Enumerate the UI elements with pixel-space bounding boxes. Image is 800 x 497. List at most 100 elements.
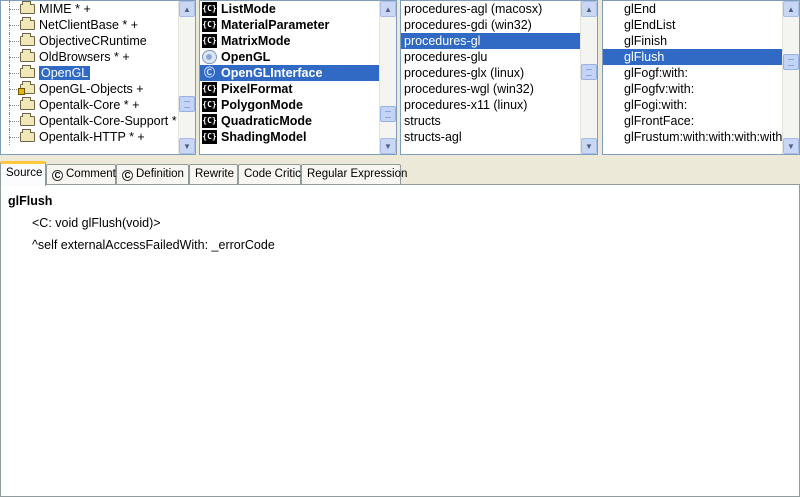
class-label: QuadraticMode — [221, 114, 312, 128]
package-row[interactable]: OldBrowsers * + — [1, 49, 178, 65]
scroll-thumb[interactable] — [783, 53, 799, 70]
class-row[interactable]: {C} PolygonMode — [200, 97, 379, 113]
method-list[interactable]: glEnd glEndList glFinish glFlush glFogf:with… — [603, 1, 782, 154]
protocol-label: procedures-gdi (win32) — [404, 18, 532, 32]
method-row[interactable]: glEndList — [603, 17, 782, 33]
package-label: NetClientBase * + — [39, 18, 139, 32]
class-list-pane[interactable]: {C} ListMode {C} MaterialParameter {C} Matrix… — [199, 0, 397, 155]
protocol-row[interactable]: procedures-gdi (win32) — [401, 17, 580, 33]
package-label: Opentalk-Core * + — [39, 98, 140, 112]
protocol-row[interactable]: structs — [401, 113, 580, 129]
class-icon: {C} — [202, 98, 217, 112]
package-label: OpenGL-Objects + — [39, 82, 144, 96]
tab-label: Code Critic — [244, 168, 301, 180]
class-label: PixelFormat — [221, 82, 293, 96]
protocol-row[interactable]: structs-agl — [401, 129, 580, 145]
package-row[interactable]: NetClientBase * + — [1, 17, 178, 33]
tree-connector-tick — [9, 25, 19, 26]
scroll-down-button[interactable]: ▼ — [380, 138, 396, 154]
namespace-icon — [202, 50, 217, 64]
method-list-scrollbar[interactable]: ▲ ▼ — [782, 1, 799, 154]
tab-source[interactable]: Source — [0, 161, 46, 186]
method-list-pane[interactable]: glEnd glEndList glFinish glFlush glFogf:with… — [602, 0, 800, 155]
class-row[interactable]: OpenGL — [200, 49, 379, 65]
tab-rewrite[interactable]: Rewrite — [189, 164, 238, 185]
package-row[interactable]: ObjectiveCRuntime — [1, 33, 178, 49]
tab-comment[interactable]: C Comment — [46, 164, 116, 185]
package-label: ObjectiveCRuntime — [39, 34, 147, 48]
class-row[interactable]: {C} PixelFormat — [200, 81, 379, 97]
protocol-list[interactable]: procedures-agl (macosx) procedures-gdi (w… — [401, 1, 580, 154]
package-row[interactable]: MIME * + — [1, 1, 178, 17]
protocol-row[interactable]: procedures-glu — [401, 49, 580, 65]
scroll-thumb[interactable] — [581, 64, 597, 81]
class-label: ShadingModel — [221, 130, 307, 144]
package-list[interactable]: MIME * + NetClientBase * + ObjectiveCRunti… — [1, 1, 178, 154]
protocol-label: structs-agl — [404, 130, 462, 144]
protocol-row[interactable]: procedures-wgl (win32) — [401, 81, 580, 97]
scroll-thumb[interactable] — [179, 95, 195, 112]
method-row[interactable]: glEnd — [603, 1, 782, 17]
package-list-scrollbar[interactable]: ▲ ▼ — [178, 1, 195, 154]
method-row[interactable]: glFrustum:with:with:with:with: — [603, 129, 782, 145]
scroll-down-button[interactable]: ▼ — [581, 138, 597, 154]
method-row[interactable]: glFogfv:with: — [603, 81, 782, 97]
tab-definition[interactable]: C Definition — [116, 164, 189, 185]
package-icon — [20, 33, 35, 46]
class-icon: {C} — [202, 114, 217, 128]
tab-label: Definition — [136, 168, 184, 180]
package-row[interactable]: Opentalk-Core * + — [1, 97, 178, 113]
protocol-row[interactable]: procedures-gl — [401, 33, 580, 49]
method-row[interactable]: glFogi:with: — [603, 97, 782, 113]
package-row[interactable]: OpenGL — [1, 65, 178, 81]
method-label: glFrustum:with:with:with:with: — [624, 130, 782, 144]
package-row[interactable]: OpenGL-Objects + — [1, 81, 178, 97]
scroll-down-button[interactable]: ▼ — [179, 138, 195, 154]
method-label: glEnd — [624, 2, 656, 16]
code-line-pragma: <C: void glFlush(void)> — [32, 216, 161, 230]
protocol-label: procedures-gl — [404, 34, 481, 48]
source-code[interactable]: glFlush <C: void glFlush(void)> ^self ex… — [1, 185, 799, 256]
tree-connector-tick — [9, 121, 19, 122]
scroll-up-button[interactable]: ▲ — [380, 1, 396, 17]
tree-connector-tick — [9, 57, 19, 58]
class-row[interactable]: {C} ListMode — [200, 1, 379, 17]
class-row[interactable]: {C} MatrixMode — [200, 33, 379, 49]
method-row[interactable]: glFrontFace: — [603, 113, 782, 129]
protocol-list-pane[interactable]: procedures-agl (macosx) procedures-gdi (w… — [400, 0, 598, 155]
method-row[interactable]: glFogf:with: — [603, 65, 782, 81]
scroll-up-button[interactable]: ▲ — [179, 1, 195, 17]
protocol-row[interactable]: procedures-agl (macosx) — [401, 1, 580, 17]
class-list-scrollbar[interactable]: ▲ ▼ — [379, 1, 396, 154]
source-editor[interactable]: glFlush <C: void glFlush(void)> ^self ex… — [0, 184, 800, 497]
protocol-label: procedures-glu — [404, 50, 488, 64]
protocol-row[interactable]: procedures-x11 (linux) — [401, 97, 580, 113]
class-row[interactable]: {C} ShadingModel — [200, 129, 379, 145]
package-icon — [20, 129, 35, 142]
tab-label: Regular Expression — [307, 168, 408, 180]
protocol-list-scrollbar[interactable]: ▲ ▼ — [580, 1, 597, 154]
class-label: PolygonMode — [221, 98, 303, 112]
method-label: glFogi:with: — [624, 98, 688, 112]
class-label: ListMode — [221, 2, 276, 16]
scroll-thumb[interactable] — [380, 106, 396, 123]
class-icon: {C} — [202, 2, 217, 16]
method-row[interactable]: glFinish — [603, 33, 782, 49]
package-row[interactable]: Opentalk-HTTP * + — [1, 129, 178, 145]
protocol-row[interactable]: procedures-glx (linux) — [401, 65, 580, 81]
method-selector: glFlush — [8, 194, 53, 208]
class-row[interactable]: {C} QuadraticMode — [200, 113, 379, 129]
c-icon: C — [122, 170, 133, 181]
scroll-up-button[interactable]: ▲ — [581, 1, 597, 17]
package-list-pane[interactable]: MIME * + NetClientBase * + ObjectiveCRunti… — [0, 0, 196, 155]
class-row[interactable]: Ⓒ OpenGLInterface — [200, 65, 379, 81]
method-row[interactable]: glFlush — [603, 49, 782, 65]
scroll-up-button[interactable]: ▲ — [783, 1, 799, 17]
class-row[interactable]: {C} MaterialParameter — [200, 17, 379, 33]
tab-regular-expression[interactable]: Regular Expression — [301, 164, 407, 185]
class-list[interactable]: {C} ListMode {C} MaterialParameter {C} Matrix… — [200, 1, 379, 154]
tab-code-critic[interactable]: Code Critic — [238, 164, 301, 185]
scroll-down-button[interactable]: ▼ — [783, 138, 799, 154]
package-row[interactable]: Opentalk-Core-Support * — [1, 113, 178, 129]
tree-connector-tick — [9, 137, 19, 138]
